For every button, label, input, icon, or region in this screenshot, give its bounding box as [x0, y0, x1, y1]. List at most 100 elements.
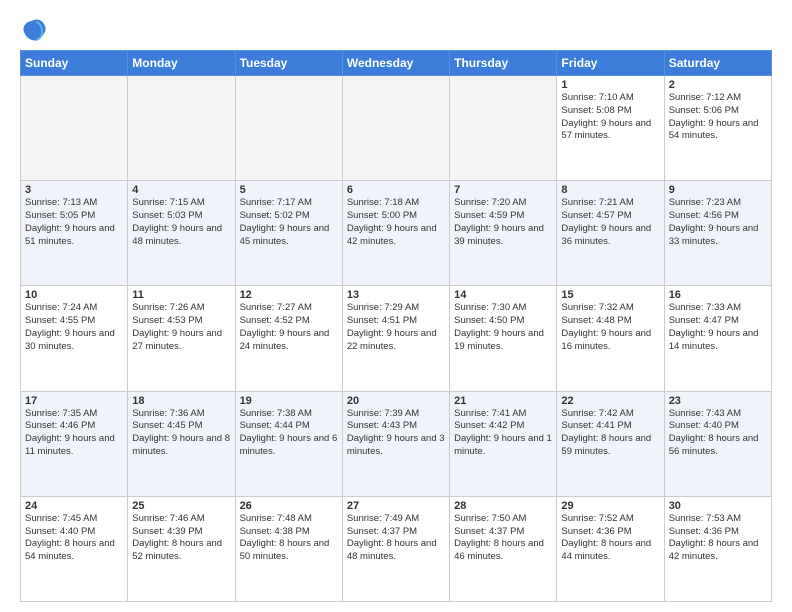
day-info: Sunrise: 7:50 AM Sunset: 4:37 PM Dayligh…	[454, 513, 552, 564]
calendar-cell	[235, 76, 342, 181]
day-number: 23	[669, 395, 767, 407]
day-info: Sunrise: 7:49 AM Sunset: 4:37 PM Dayligh…	[347, 513, 445, 564]
day-number: 11	[132, 289, 230, 301]
day-info: Sunrise: 7:17 AM Sunset: 5:02 PM Dayligh…	[240, 197, 338, 248]
calendar-cell: 13Sunrise: 7:29 AM Sunset: 4:51 PM Dayli…	[342, 286, 449, 391]
weekday-header: Tuesday	[235, 51, 342, 76]
top-section	[20, 16, 772, 44]
day-info: Sunrise: 7:39 AM Sunset: 4:43 PM Dayligh…	[347, 408, 445, 459]
day-info: Sunrise: 7:23 AM Sunset: 4:56 PM Dayligh…	[669, 197, 767, 248]
calendar-cell: 24Sunrise: 7:45 AM Sunset: 4:40 PM Dayli…	[21, 496, 128, 601]
day-number: 16	[669, 289, 767, 301]
calendar-week-row: 10Sunrise: 7:24 AM Sunset: 4:55 PM Dayli…	[21, 286, 772, 391]
day-number: 7	[454, 184, 552, 196]
calendar-cell: 30Sunrise: 7:53 AM Sunset: 4:36 PM Dayli…	[664, 496, 771, 601]
weekday-header: Wednesday	[342, 51, 449, 76]
day-number: 3	[25, 184, 123, 196]
weekday-header: Saturday	[664, 51, 771, 76]
day-number: 19	[240, 395, 338, 407]
calendar-week-row: 3Sunrise: 7:13 AM Sunset: 5:05 PM Daylig…	[21, 181, 772, 286]
calendar-cell: 17Sunrise: 7:35 AM Sunset: 4:46 PM Dayli…	[21, 391, 128, 496]
day-number: 2	[669, 79, 767, 91]
day-number: 9	[669, 184, 767, 196]
day-number: 30	[669, 500, 767, 512]
calendar-week-row: 24Sunrise: 7:45 AM Sunset: 4:40 PM Dayli…	[21, 496, 772, 601]
day-number: 4	[132, 184, 230, 196]
day-info: Sunrise: 7:27 AM Sunset: 4:52 PM Dayligh…	[240, 302, 338, 353]
calendar-cell: 1Sunrise: 7:10 AM Sunset: 5:08 PM Daylig…	[557, 76, 664, 181]
day-info: Sunrise: 7:15 AM Sunset: 5:03 PM Dayligh…	[132, 197, 230, 248]
calendar-table: SundayMondayTuesdayWednesdayThursdayFrid…	[20, 50, 772, 602]
day-info: Sunrise: 7:48 AM Sunset: 4:38 PM Dayligh…	[240, 513, 338, 564]
calendar-week-row: 17Sunrise: 7:35 AM Sunset: 4:46 PM Dayli…	[21, 391, 772, 496]
day-info: Sunrise: 7:29 AM Sunset: 4:51 PM Dayligh…	[347, 302, 445, 353]
day-number: 20	[347, 395, 445, 407]
day-number: 24	[25, 500, 123, 512]
day-number: 5	[240, 184, 338, 196]
day-info: Sunrise: 7:53 AM Sunset: 4:36 PM Dayligh…	[669, 513, 767, 564]
calendar-cell: 2Sunrise: 7:12 AM Sunset: 5:06 PM Daylig…	[664, 76, 771, 181]
day-number: 13	[347, 289, 445, 301]
day-info: Sunrise: 7:24 AM Sunset: 4:55 PM Dayligh…	[25, 302, 123, 353]
calendar-cell: 29Sunrise: 7:52 AM Sunset: 4:36 PM Dayli…	[557, 496, 664, 601]
day-info: Sunrise: 7:13 AM Sunset: 5:05 PM Dayligh…	[25, 197, 123, 248]
day-info: Sunrise: 7:32 AM Sunset: 4:48 PM Dayligh…	[561, 302, 659, 353]
day-number: 14	[454, 289, 552, 301]
weekday-header: Friday	[557, 51, 664, 76]
day-info: Sunrise: 7:26 AM Sunset: 4:53 PM Dayligh…	[132, 302, 230, 353]
weekday-header: Monday	[128, 51, 235, 76]
calendar-cell: 7Sunrise: 7:20 AM Sunset: 4:59 PM Daylig…	[450, 181, 557, 286]
day-number: 6	[347, 184, 445, 196]
day-info: Sunrise: 7:52 AM Sunset: 4:36 PM Dayligh…	[561, 513, 659, 564]
calendar-cell: 25Sunrise: 7:46 AM Sunset: 4:39 PM Dayli…	[128, 496, 235, 601]
calendar-cell: 26Sunrise: 7:48 AM Sunset: 4:38 PM Dayli…	[235, 496, 342, 601]
weekday-header: Thursday	[450, 51, 557, 76]
day-info: Sunrise: 7:42 AM Sunset: 4:41 PM Dayligh…	[561, 408, 659, 459]
day-number: 8	[561, 184, 659, 196]
calendar-cell: 6Sunrise: 7:18 AM Sunset: 5:00 PM Daylig…	[342, 181, 449, 286]
day-info: Sunrise: 7:10 AM Sunset: 5:08 PM Dayligh…	[561, 92, 659, 143]
calendar-cell: 23Sunrise: 7:43 AM Sunset: 4:40 PM Dayli…	[664, 391, 771, 496]
calendar-cell: 28Sunrise: 7:50 AM Sunset: 4:37 PM Dayli…	[450, 496, 557, 601]
day-number: 22	[561, 395, 659, 407]
logo	[20, 16, 52, 44]
calendar-cell: 12Sunrise: 7:27 AM Sunset: 4:52 PM Dayli…	[235, 286, 342, 391]
calendar-cell: 22Sunrise: 7:42 AM Sunset: 4:41 PM Dayli…	[557, 391, 664, 496]
day-number: 21	[454, 395, 552, 407]
day-info: Sunrise: 7:20 AM Sunset: 4:59 PM Dayligh…	[454, 197, 552, 248]
day-info: Sunrise: 7:41 AM Sunset: 4:42 PM Dayligh…	[454, 408, 552, 459]
day-number: 10	[25, 289, 123, 301]
calendar-cell: 18Sunrise: 7:36 AM Sunset: 4:45 PM Dayli…	[128, 391, 235, 496]
day-info: Sunrise: 7:12 AM Sunset: 5:06 PM Dayligh…	[669, 92, 767, 143]
day-info: Sunrise: 7:43 AM Sunset: 4:40 PM Dayligh…	[669, 408, 767, 459]
day-number: 28	[454, 500, 552, 512]
day-info: Sunrise: 7:18 AM Sunset: 5:00 PM Dayligh…	[347, 197, 445, 248]
day-info: Sunrise: 7:36 AM Sunset: 4:45 PM Dayligh…	[132, 408, 230, 459]
day-info: Sunrise: 7:38 AM Sunset: 4:44 PM Dayligh…	[240, 408, 338, 459]
day-number: 15	[561, 289, 659, 301]
logo-icon	[20, 16, 48, 44]
weekday-header: Sunday	[21, 51, 128, 76]
day-info: Sunrise: 7:45 AM Sunset: 4:40 PM Dayligh…	[25, 513, 123, 564]
calendar-cell: 15Sunrise: 7:32 AM Sunset: 4:48 PM Dayli…	[557, 286, 664, 391]
calendar-cell: 16Sunrise: 7:33 AM Sunset: 4:47 PM Dayli…	[664, 286, 771, 391]
header-row: SundayMondayTuesdayWednesdayThursdayFrid…	[21, 51, 772, 76]
day-info: Sunrise: 7:21 AM Sunset: 4:57 PM Dayligh…	[561, 197, 659, 248]
calendar-cell: 8Sunrise: 7:21 AM Sunset: 4:57 PM Daylig…	[557, 181, 664, 286]
calendar-cell: 11Sunrise: 7:26 AM Sunset: 4:53 PM Dayli…	[128, 286, 235, 391]
calendar-cell: 14Sunrise: 7:30 AM Sunset: 4:50 PM Dayli…	[450, 286, 557, 391]
day-info: Sunrise: 7:35 AM Sunset: 4:46 PM Dayligh…	[25, 408, 123, 459]
calendar-cell: 9Sunrise: 7:23 AM Sunset: 4:56 PM Daylig…	[664, 181, 771, 286]
calendar-cell: 20Sunrise: 7:39 AM Sunset: 4:43 PM Dayli…	[342, 391, 449, 496]
day-info: Sunrise: 7:46 AM Sunset: 4:39 PM Dayligh…	[132, 513, 230, 564]
day-number: 25	[132, 500, 230, 512]
calendar-cell: 19Sunrise: 7:38 AM Sunset: 4:44 PM Dayli…	[235, 391, 342, 496]
calendar-cell: 27Sunrise: 7:49 AM Sunset: 4:37 PM Dayli…	[342, 496, 449, 601]
day-number: 12	[240, 289, 338, 301]
calendar-week-row: 1Sunrise: 7:10 AM Sunset: 5:08 PM Daylig…	[21, 76, 772, 181]
page: SundayMondayTuesdayWednesdayThursdayFrid…	[0, 0, 792, 612]
calendar-cell	[342, 76, 449, 181]
day-number: 26	[240, 500, 338, 512]
calendar-cell	[21, 76, 128, 181]
day-number: 17	[25, 395, 123, 407]
